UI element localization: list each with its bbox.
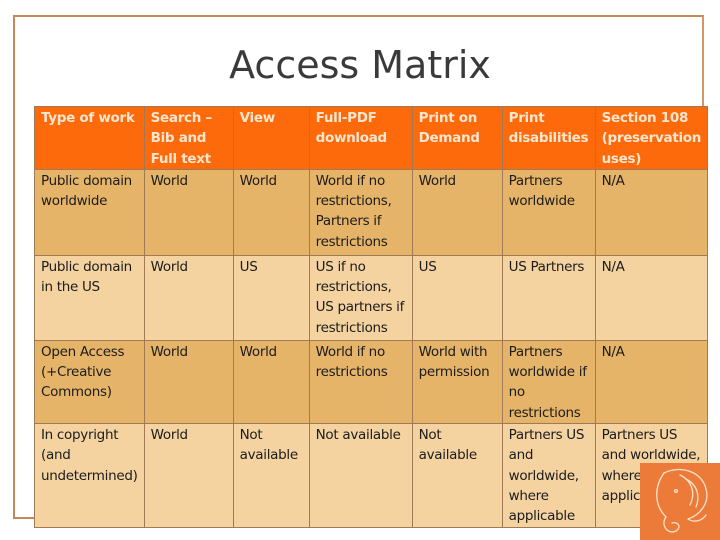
table-cell: Public domain in the US (34, 254, 145, 341)
table-cell: World if no restrictions, Partners if re… (308, 168, 413, 256)
logo (640, 463, 720, 540)
table-cell: World (143, 339, 234, 425)
table-cell: N/A (594, 168, 709, 256)
column-header: View (232, 106, 310, 170)
column-header: Full-PDF download (308, 106, 413, 170)
table-cell: N/A (594, 254, 709, 341)
table-header-row: Type of work Search – Bib and Full text … (34, 106, 709, 170)
table-cell: Not available (411, 423, 503, 528)
table-cell: Not available (308, 423, 413, 528)
table-cell: Partners US and worldwide, where applica… (501, 423, 596, 528)
table-cell: US if no restrictions, US partners if re… (308, 254, 413, 341)
table-cell: Partners worldwide if no restrictions (501, 339, 596, 425)
access-matrix-table: Type of work Search – Bib and Full text … (34, 106, 709, 528)
table-row: Public domain worldwide World World Worl… (34, 168, 709, 256)
table-cell: World (143, 254, 234, 341)
table-row: In copyright (and undetermined) World No… (34, 423, 709, 528)
column-header: Print disabilities (501, 106, 596, 170)
table-cell: US (232, 254, 310, 341)
table-cell: World if no restrictions (308, 339, 413, 425)
table-cell: World (411, 168, 503, 256)
table-row: Public domain in the US World US US if n… (34, 254, 709, 341)
table-cell: World (232, 339, 310, 425)
table-cell: World (232, 168, 310, 256)
table-cell: World (143, 423, 234, 528)
table-cell: N/A (594, 339, 709, 425)
column-header: Search – Bib and Full text (143, 106, 234, 170)
table-cell: Public domain worldwide (34, 168, 145, 256)
table-cell: Not available (232, 423, 310, 528)
column-header: Section 108 (preservation uses) (594, 106, 709, 170)
table-cell: Partners worldwide (501, 168, 596, 256)
slide-title: Access Matrix (229, 43, 491, 87)
table-cell: Open Access (+Creative Commons) (34, 339, 145, 425)
table-cell: World (143, 168, 234, 256)
table-cell: In copyright (and undetermined) (34, 423, 145, 528)
elephant-icon (656, 468, 708, 533)
table-row: Open Access (+Creative Commons) World Wo… (34, 339, 709, 425)
table-cell: World with permission (411, 339, 503, 425)
column-header: Type of work (34, 106, 145, 170)
column-header: Print on Demand (411, 106, 503, 170)
table-cell: US (411, 254, 503, 341)
table-cell: US Partners (501, 254, 596, 341)
